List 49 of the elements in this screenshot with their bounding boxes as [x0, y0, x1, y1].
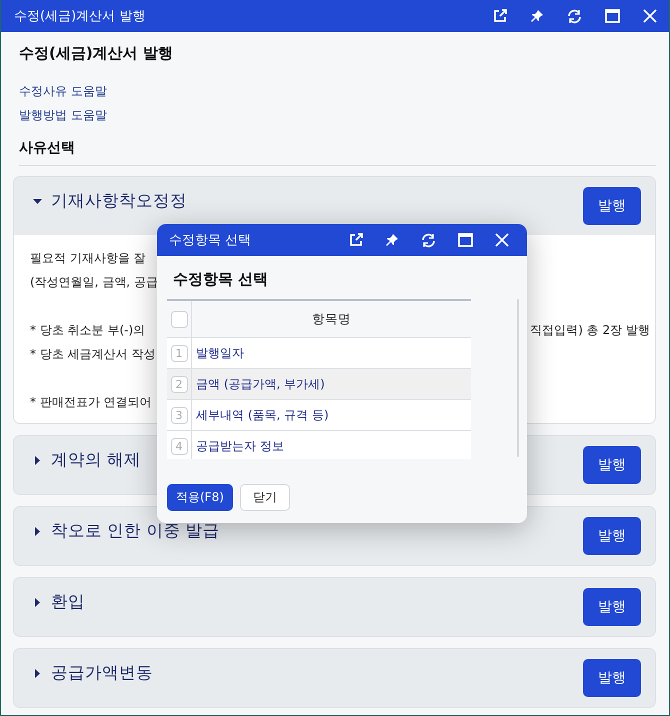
- pin-icon[interactable]: [530, 9, 544, 23]
- refresh-icon[interactable]: [567, 8, 582, 24]
- description-text: 직접입력) 총 2장 발행: [530, 322, 650, 339]
- row-number: 2: [170, 376, 188, 392]
- popout-icon[interactable]: [493, 9, 507, 23]
- close-button[interactable]: 닫기: [240, 484, 290, 511]
- close-icon[interactable]: [495, 233, 509, 247]
- help-link[interactable]: 수정사유 도움말: [19, 79, 107, 103]
- apply-button[interactable]: 적용(F8): [167, 484, 233, 511]
- description-text: (작성연월일, 금액, 공급: [30, 274, 158, 291]
- popout-icon[interactable]: [349, 233, 363, 247]
- item-name: 발행일자: [195, 344, 245, 362]
- issue-button[interactable]: 발행: [583, 517, 641, 555]
- window-title: 수정(세금)계산서 발행: [14, 8, 146, 25]
- description-text: 필요적 기재사항을 잘: [30, 250, 146, 267]
- scrollbar[interactable]: [517, 299, 519, 457]
- maximize-icon[interactable]: [605, 9, 620, 23]
- reason-title[interactable]: 환입: [51, 591, 85, 613]
- reason-title[interactable]: 공급가액변동: [51, 662, 153, 684]
- issue-button[interactable]: 발행: [583, 187, 641, 225]
- select-all-checkbox[interactable]: [170, 310, 188, 328]
- window-title: 수정항목 선택: [169, 232, 252, 249]
- row-number: 3: [170, 406, 188, 424]
- table-row[interactable]: 3 세부내역 (품목, 규격 등): [167, 400, 471, 431]
- dialog-heading: 수정항목 선택: [172, 269, 270, 290]
- row-number: 1: [170, 344, 188, 362]
- reason-title[interactable]: 기재사항착오정정: [51, 190, 187, 212]
- close-icon[interactable]: [643, 9, 657, 23]
- item-name: 공급받는자 정보: [195, 438, 285, 454]
- maximize-icon[interactable]: [458, 233, 473, 247]
- reason-title[interactable]: 착오로 인한 이중 발급: [51, 520, 220, 542]
- refresh-icon[interactable]: [421, 232, 436, 248]
- issue-button[interactable]: 발행: [583, 588, 641, 626]
- column-header: 항목명: [311, 310, 352, 328]
- description-text: * 당초 취소분 부(-)의: [30, 322, 146, 339]
- issue-button[interactable]: 발행: [583, 659, 641, 697]
- description-text: * 당초 세금계산서 작성: [30, 346, 156, 363]
- help-link[interactable]: 발행방법 도움말: [19, 103, 107, 127]
- pin-icon[interactable]: [385, 233, 399, 247]
- item-name: 금액 (공급가액, 부가세): [195, 376, 326, 392]
- table-row[interactable]: 4 공급받는자 정보: [167, 431, 471, 459]
- reason-title[interactable]: 계약의 해제: [51, 449, 142, 471]
- description-text: * 판매전표가 연결되어: [30, 394, 152, 411]
- table-row[interactable]: 2 금액 (공급가액, 부가세): [167, 369, 471, 400]
- issue-button[interactable]: 발행: [583, 446, 641, 484]
- item-name: 세부내역 (품목, 규격 등): [195, 406, 330, 424]
- section-label: 사유선택: [19, 139, 656, 166]
- row-number: 4: [170, 438, 188, 454]
- page-heading: 수정(세금)계산서 발행: [19, 44, 174, 64]
